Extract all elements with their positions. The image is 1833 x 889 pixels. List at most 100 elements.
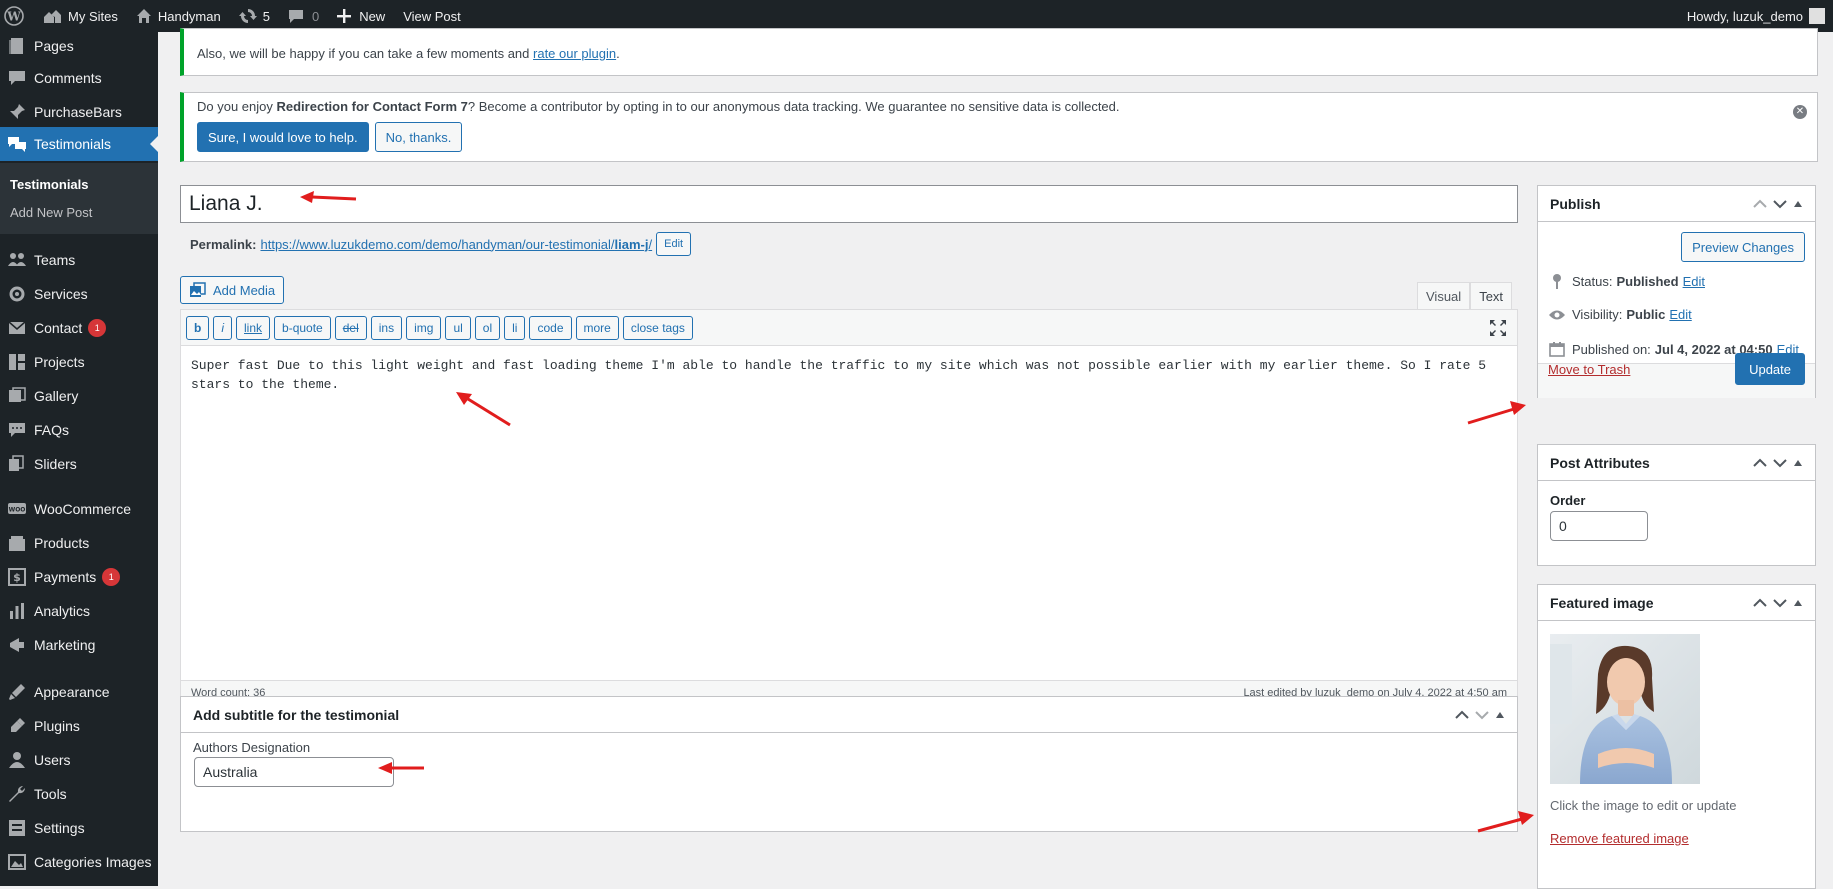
quicktag-code-button[interactable]: code xyxy=(529,315,572,340)
review-notice-text: Also, we will be happy if you can take a… xyxy=(197,46,620,61)
remove-featured-image-link[interactable]: Remove featured image xyxy=(1550,831,1689,846)
sidebar-item-purchasebars[interactable]: PurchaseBars xyxy=(0,95,158,129)
opt-in-button[interactable]: Sure, I would love to help. xyxy=(197,122,369,152)
tab-text[interactable]: Text xyxy=(1470,282,1513,310)
chevron-up-icon[interactable] xyxy=(1753,199,1767,209)
notification-badge: 1 xyxy=(88,319,107,337)
sidebar-item-label: Testimonials xyxy=(34,136,112,152)
my-sites-label: My Sites xyxy=(68,8,118,24)
marketing-icon xyxy=(7,635,27,655)
sliders-icon xyxy=(7,454,27,474)
wordpress-logo-icon[interactable]: W xyxy=(0,0,33,32)
sidebar-item-teams[interactable]: Teams xyxy=(0,243,158,277)
tab-visual[interactable]: Visual xyxy=(1417,282,1471,310)
projects-icon xyxy=(7,352,27,372)
sidebar-item-woocommerce[interactable]: WOO WooCommerce xyxy=(0,492,158,526)
opt-out-button[interactable]: No, thanks. xyxy=(374,122,463,152)
sidebar-item-projects[interactable]: Projects xyxy=(0,345,158,379)
sidebar-item-sliders[interactable]: Sliders xyxy=(0,447,158,481)
sidebar-item-contact[interactable]: Contact 1 xyxy=(0,311,158,345)
toggle-panel-icon[interactable] xyxy=(1495,711,1505,719)
sidebar-item-users[interactable]: Users xyxy=(0,743,158,777)
dismiss-notice-icon[interactable]: ✕ xyxy=(1793,105,1807,119)
quicktag-ins-button[interactable]: ins xyxy=(370,315,403,340)
quicktag-li-button[interactable]: li xyxy=(504,315,526,340)
add-media-button[interactable]: Add Media xyxy=(180,276,285,304)
move-to-trash-link[interactable]: Move to Trash xyxy=(1548,362,1630,377)
quicktag-ul-button[interactable]: ul xyxy=(445,315,471,340)
review-notice: Also, we will be happy if you can take a… xyxy=(180,28,1818,76)
quicktag-img-button[interactable]: img xyxy=(406,315,442,340)
sidebar-item-label: Appearance xyxy=(34,684,110,700)
chevron-up-icon[interactable] xyxy=(1753,458,1767,468)
site-name-label: Handyman xyxy=(157,8,221,24)
permalink-label: Permalink: xyxy=(190,236,257,252)
toggle-panel-icon[interactable] xyxy=(1793,599,1803,607)
sidebar-item-label: Marketing xyxy=(34,637,96,653)
quicktags-toolbar: b i link b-quote del ins img ul ol li code more clos… xyxy=(181,310,1517,346)
sidebar-item-faqs[interactable]: FAQs xyxy=(0,413,158,447)
quicktag-b-quote-button[interactable]: b-quote xyxy=(274,315,331,340)
chevron-up-icon[interactable] xyxy=(1455,710,1469,720)
toggle-panel-icon[interactable] xyxy=(1793,200,1803,208)
quicktag-b-button[interactable]: b xyxy=(186,315,210,340)
chevron-up-icon[interactable] xyxy=(1753,598,1767,608)
teams-icon xyxy=(7,250,27,270)
preview-changes-button[interactable]: Preview Changes xyxy=(1681,232,1805,262)
rate-plugin-link[interactable]: rate our plugin xyxy=(533,46,616,61)
my-sites-icon xyxy=(44,10,61,23)
permalink-url[interactable]: https://www.luzukdemo.com/demo/handyman/… xyxy=(260,237,652,252)
toggle-panel-icon[interactable] xyxy=(1793,459,1803,467)
howdy-label: Howdy, luzuk_demo xyxy=(1686,8,1803,24)
sidebar-item-tools[interactable]: Tools xyxy=(0,777,158,811)
quicktag-del-button[interactable]: del xyxy=(334,315,367,340)
sidebar-item-analytics[interactable]: Analytics xyxy=(0,594,158,628)
sidebar-item-plugins[interactable]: Plugins xyxy=(0,709,158,743)
submenu-item-testimonials[interactable]: Testimonials xyxy=(10,177,89,192)
permalink-edit-button[interactable]: Edit xyxy=(656,232,692,256)
products-icon xyxy=(7,533,27,553)
sidebar-item-testimonials[interactable]: Testimonials xyxy=(0,127,158,161)
authors-designation-input[interactable]: Australia xyxy=(194,757,394,787)
sidebar-item-marketing[interactable]: Marketing xyxy=(0,628,158,662)
sidebar-item-label: Tools xyxy=(34,786,67,802)
sidebar-item-pages[interactable]: Pages xyxy=(0,29,158,63)
sidebar-item-services[interactable]: Services xyxy=(0,277,158,311)
faq-icon xyxy=(7,420,27,440)
post-title-input[interactable]: Liana J. xyxy=(180,185,1518,223)
quicktag-i-button[interactable]: i xyxy=(213,315,233,340)
chevron-down-icon[interactable] xyxy=(1773,598,1787,608)
fullscreen-icon[interactable] xyxy=(1489,319,1507,337)
my-sites-menu[interactable]: My Sites xyxy=(33,0,127,32)
quicktag-more-button[interactable]: more xyxy=(575,315,619,340)
plus-icon xyxy=(337,9,352,23)
featured-image-metabox: Featured image Click the image to edit o… xyxy=(1537,584,1816,889)
post-attributes-header: Post Attributes xyxy=(1538,445,1815,481)
chevron-down-icon[interactable] xyxy=(1773,458,1787,468)
sidebar-item-label: Plugins xyxy=(34,718,80,734)
quicktag-close-tags-button[interactable]: close tags xyxy=(622,315,693,340)
chevron-down-icon[interactable] xyxy=(1475,710,1489,720)
sidebar-item-gallery[interactable]: Gallery xyxy=(0,379,158,413)
update-button[interactable]: Update xyxy=(1735,353,1805,385)
sidebar-item-products[interactable]: Products xyxy=(0,526,158,560)
order-input[interactable]: 0 xyxy=(1550,511,1648,541)
view-post-label: View Post xyxy=(403,8,461,24)
quicktag-ol-button[interactable]: ol xyxy=(474,315,501,340)
quicktag-link-button[interactable]: link xyxy=(236,315,271,340)
chevron-down-icon[interactable] xyxy=(1773,199,1787,209)
sidebar-item-comments[interactable]: Comments xyxy=(0,61,158,95)
visibility-edit-link[interactable]: Edit xyxy=(1669,307,1691,322)
status-edit-link[interactable]: Edit xyxy=(1683,274,1705,289)
post-content-textarea[interactable]: Super fast Due to this light weight and … xyxy=(181,346,1517,647)
submenu-item-add-new-post[interactable]: Add New Post xyxy=(10,205,92,220)
sidebar-item-label: Products xyxy=(34,535,90,551)
add-media-icon xyxy=(190,282,206,297)
annotation-arrow-update xyxy=(1467,401,1526,425)
sidebar-item-appearance[interactable]: Appearance xyxy=(0,675,158,709)
sidebar-item-settings[interactable]: Settings xyxy=(0,811,158,845)
sidebar-item-categories-images[interactable]: Categories Images xyxy=(0,845,158,879)
featured-image-thumbnail[interactable] xyxy=(1550,634,1700,784)
sidebar-item-payments[interactable]: $ Payments 1 xyxy=(0,560,158,594)
settings-icon xyxy=(7,818,27,838)
